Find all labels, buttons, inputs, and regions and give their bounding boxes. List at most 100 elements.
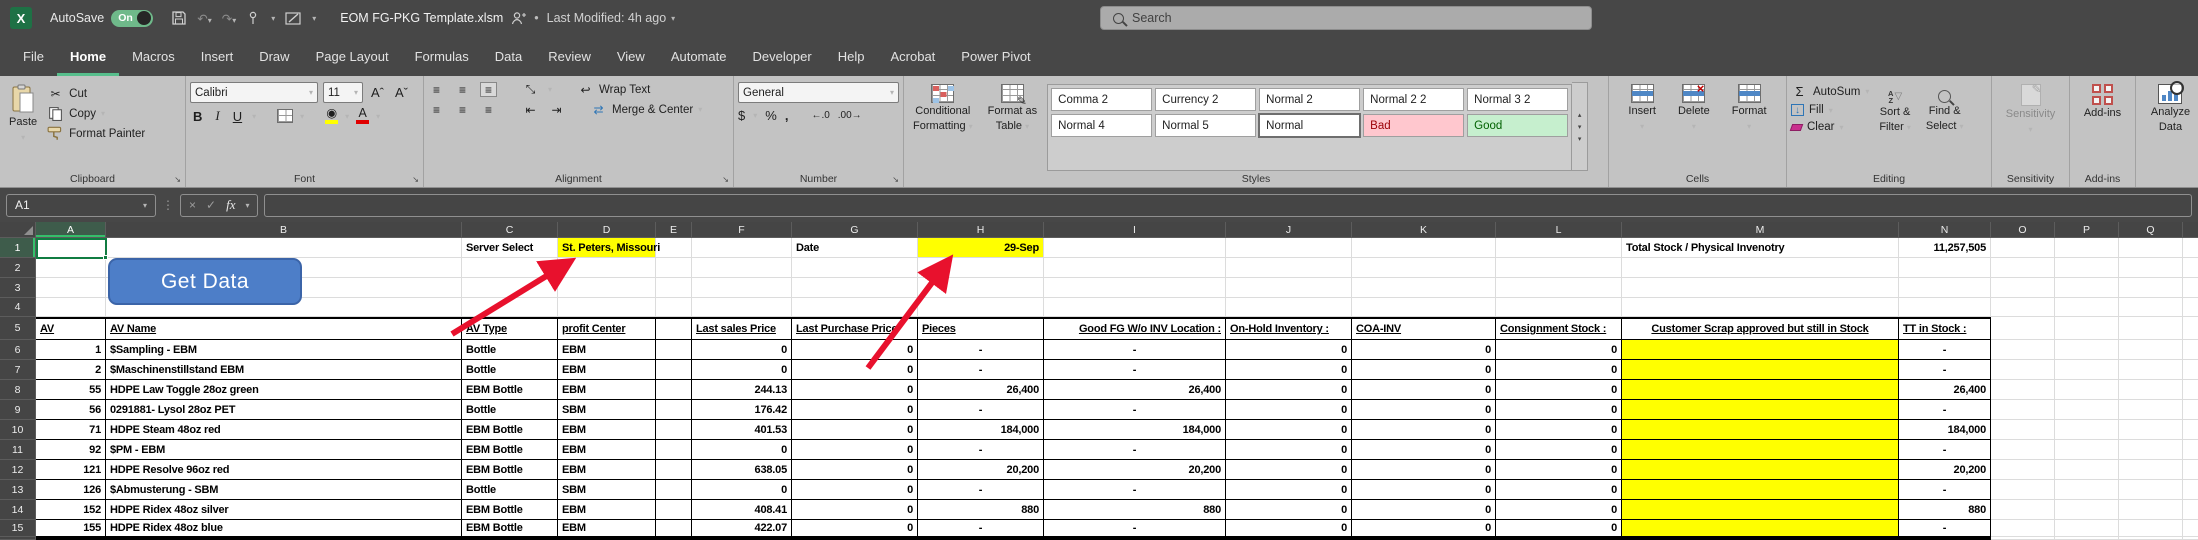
cell-C[interactable] [462,298,558,317]
cell-N[interactable]: - [1899,400,1991,420]
cell-C[interactable]: Bottle [462,400,558,420]
tab-page-layout[interactable]: Page Layout [303,49,402,76]
cell-P[interactable] [2055,480,2119,500]
row-header-11[interactable]: 11 [0,440,36,460]
cell-A[interactable] [36,278,106,298]
column-header-F[interactable]: F [692,222,792,238]
tab-acrobat[interactable]: Acrobat [877,49,948,76]
cell-Q[interactable] [2119,480,2183,500]
cell-M[interactable] [1622,278,1899,298]
accounting-format-icon[interactable]: $ [738,108,745,123]
cell-C[interactable] [462,278,558,298]
column-header-R[interactable] [2183,222,2198,238]
cell-R[interactable] [2183,238,2198,258]
row-header-4[interactable]: 4 [0,298,36,317]
cell-G[interactable]: 0 [792,420,918,440]
cell-D[interactable]: EBM [558,340,656,360]
cell-E[interactable] [656,340,692,360]
cell-D[interactable]: St. Peters, Missouri [558,238,656,258]
cell-L[interactable]: 0 [1496,340,1622,360]
cell-I[interactable]: Good FG W/o INV Location : [1044,317,1226,340]
column-header-M[interactable]: M [1622,222,1899,238]
cell-I[interactable]: 20,200 [1044,460,1226,480]
cell-J[interactable]: 0 [1226,420,1352,440]
cell-A[interactable]: 56 [36,400,106,420]
cell-K[interactable] [1352,298,1496,317]
enter-icon[interactable]: ✓ [206,198,216,212]
style-good[interactable]: Good [1467,114,1568,137]
cell-N[interactable]: - [1899,480,1991,500]
cell-Q[interactable] [2119,238,2183,258]
cell-M[interactable] [1622,360,1899,380]
cell-F[interactable] [692,298,792,317]
cell-O[interactable] [1991,400,2055,420]
column-header-L[interactable]: L [1496,222,1622,238]
cell-R[interactable] [2183,460,2198,480]
cell-K[interactable] [1352,238,1496,258]
align-middle-icon[interactable]: ≡ [454,82,471,97]
cell-I[interactable]: 880 [1044,500,1226,520]
cell-C[interactable]: Bottle [462,340,558,360]
tab-automate[interactable]: Automate [658,49,740,76]
cell-Q[interactable] [2119,278,2183,298]
styles-gallery-scroll[interactable]: ▴▾▾ [1572,82,1588,171]
cell-K[interactable]: 0 [1352,440,1496,460]
format-painter-button[interactable]: Format Painter [47,126,145,141]
fill-color-chevron-icon[interactable]: ▾ [345,112,349,121]
cell-H[interactable] [918,258,1044,278]
cell-G[interactable] [792,298,918,317]
cell-C[interactable]: EBM Bottle [462,420,558,440]
fill-button[interactable]: ↓ Fill▾ [1791,104,1869,116]
cell-O[interactable] [1991,480,2055,500]
cell-J[interactable]: 0 [1226,340,1352,360]
cell-F[interactable]: 0 [692,340,792,360]
column-header-N[interactable]: N [1899,222,1991,238]
column-header-K[interactable]: K [1352,222,1496,238]
borders-chevron-icon[interactable]: ▾ [300,112,304,121]
cell-H[interactable] [918,298,1044,317]
cell-M[interactable] [1622,420,1899,440]
cell-I[interactable]: - [1044,340,1226,360]
cell-P[interactable] [2055,317,2119,340]
cell-N[interactable]: 184,000 [1899,420,1991,440]
delete-cells-button[interactable]: Delete▾ [1673,82,1715,171]
column-header-C[interactable]: C [462,222,558,238]
cell-L[interactable] [1496,298,1622,317]
cell-F[interactable]: 0 [692,440,792,460]
cell-J[interactable]: 0 [1226,520,1352,537]
cell-R[interactable] [2183,278,2198,298]
cell-B[interactable]: HDPE Law Toggle 28oz green [106,380,462,400]
decrease-font-icon[interactable]: Aˇ [392,85,411,100]
cell-L[interactable]: Consignment Stock : [1496,317,1622,340]
cell-H[interactable]: 29-Sep [918,238,1044,258]
tab-power-pivot[interactable]: Power Pivot [948,49,1043,76]
cell-C[interactable]: EBM Bottle [462,380,558,400]
cell-G[interactable]: 0 [792,400,918,420]
qat-customize-icon[interactable]: ▾ [312,14,316,23]
cell-L[interactable]: 0 [1496,520,1622,537]
cell-M[interactable] [1622,460,1899,480]
cell-O[interactable] [1991,500,2055,520]
cell-B[interactable]: $Abmusterung - SBM [106,480,462,500]
cell-K[interactable]: 0 [1352,420,1496,440]
cell-A[interactable]: 152 [36,500,106,520]
cell-M[interactable] [1622,500,1899,520]
cell-H[interactable]: 880 [918,500,1044,520]
cell-Q[interactable] [2119,258,2183,278]
cell-G[interactable]: 0 [792,360,918,380]
accounting-chevron-icon[interactable]: ▾ [753,111,757,120]
cell-A[interactable]: 55 [36,380,106,400]
clipboard-dialog-launcher-icon[interactable]: ↘ [174,175,181,184]
cell-J[interactable]: On-Hold Inventory : [1226,317,1352,340]
row-header-2[interactable]: 2 [0,258,36,278]
cell-J[interactable]: 0 [1226,440,1352,460]
column-header-H[interactable]: H [918,222,1044,238]
tab-view[interactable]: View [604,49,658,76]
cell-H[interactable]: - [918,340,1044,360]
cell-C[interactable]: EBM Bottle [462,460,558,480]
cell-D[interactable]: SBM [558,400,656,420]
column-header-E[interactable]: E [656,222,692,238]
cell-N[interactable] [1899,298,1991,317]
cell-P[interactable] [2055,238,2119,258]
cell-E[interactable] [656,520,692,537]
